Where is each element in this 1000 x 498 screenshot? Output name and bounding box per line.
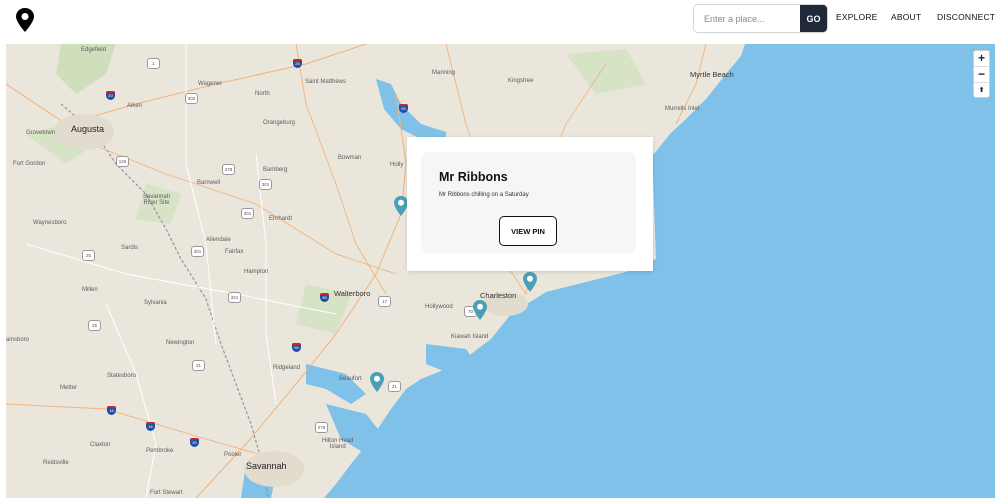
map-label-walterboro: Walterboro <box>334 289 371 298</box>
map-label-fort-stewart: Fort Stewart <box>150 490 183 496</box>
map-label-hampton: Hampton <box>244 269 269 275</box>
map-label-bamberg: Bamberg <box>263 167 288 173</box>
map-label-fairfax: Fairfax <box>225 249 244 255</box>
top-navbar: GO EXPLORE ABOUT DISCONNECT <box>0 0 1000 44</box>
route-shield: 21 <box>388 381 401 392</box>
map-label-millen: Millen <box>82 287 98 293</box>
map-label-savannah: Savannah <box>246 461 287 471</box>
interstate-shield: 16 <box>107 406 116 415</box>
interstate-shield: 95 <box>399 104 408 113</box>
route-shield: 301 <box>191 246 204 257</box>
map-label-manning: Manning <box>432 70 456 76</box>
map-label-reidsville: Reidsville <box>43 460 69 466</box>
route-shield: 17 <box>378 296 391 307</box>
map-label-holly: Holly <box>390 162 404 168</box>
map-zoom-control: + − ⬆ <box>973 50 990 98</box>
interstate-shield: 20 <box>106 91 115 100</box>
map-label-waynesboro: Waynesboro <box>33 220 67 226</box>
view-pin-button[interactable]: VIEW PIN <box>499 216 557 246</box>
map-label-ehrhardt: Ehrhardt <box>269 216 293 222</box>
map-pin-marker-icon[interactable] <box>522 271 538 293</box>
map-label-bowman: Bowman <box>338 155 362 161</box>
route-shield: 301 <box>241 208 254 219</box>
route-shield: 21 <box>192 360 205 371</box>
interstate-shield: 20 <box>190 438 199 447</box>
map-label-barnwell: Barnwell <box>197 180 221 186</box>
map-label-beaufort: Beaufort <box>339 376 362 382</box>
route-shield: 25 <box>82 250 95 261</box>
map-label-statesboro: Statesboro <box>107 373 137 379</box>
pin-popup-card: Mr Ribbons Mr Ribbons chilling on a Satu… <box>421 152 636 253</box>
nav-disconnect-link[interactable]: DISCONNECT <box>937 12 995 22</box>
route-shield: 1 <box>147 58 160 69</box>
map-label-ainsboro: ainsboro <box>6 337 30 343</box>
map-label-wagener: Wagener <box>198 81 223 87</box>
map-label-sardis: Sardis <box>121 245 139 251</box>
route-shield: 25 <box>88 320 101 331</box>
map-label-sylvania: Sylvania <box>144 300 167 306</box>
route-shield: 278 <box>315 422 328 433</box>
map-label-kiawah-island: Kiawah Island <box>451 334 489 340</box>
map-label-savannah-river-site: Savannah River Site <box>143 194 171 206</box>
popup-description: Mr Ribbons chilling on a Saturday <box>439 192 529 198</box>
interstate-shield: 26 <box>293 59 302 68</box>
map-view[interactable]: Edgefield Wagener Saint Matthews Manning… <box>6 44 995 498</box>
zoom-in-button[interactable]: + <box>974 51 989 67</box>
map-label-pembroke: Pembroke <box>146 448 174 454</box>
go-button[interactable]: GO <box>800 5 827 32</box>
compass-reset-button[interactable]: ⬆ <box>974 83 989 98</box>
map-label-edgefield: Edgefield <box>81 47 107 53</box>
map-label-metter: Metter <box>60 385 78 391</box>
map-label-newington: Newington <box>166 340 195 346</box>
route-shield: 301 <box>259 179 272 190</box>
pin-popup: Mr Ribbons Mr Ribbons chilling on a Satu… <box>407 137 653 271</box>
nav-explore-link[interactable]: EXPLORE <box>836 12 878 22</box>
nav-about-link[interactable]: ABOUT <box>891 12 921 22</box>
map-label-murrells-inlet: Murrells Inlet <box>665 106 700 112</box>
map-label-grovetown: Grovetown <box>26 130 56 136</box>
interstate-shield: 95 <box>320 293 329 302</box>
map-label-orangeburg: Orangeburg <box>263 120 296 126</box>
route-shield: 302 <box>185 93 198 104</box>
route-shield: 321 <box>228 292 241 303</box>
map-base-layer <box>6 44 995 498</box>
map-label-north: North <box>255 91 270 97</box>
map-label-ridgeland: Ridgeland <box>273 365 301 371</box>
map-label-myrtle-beach: Myrtle Beach <box>690 70 734 79</box>
map-pin-logo-icon[interactable] <box>15 7 35 33</box>
route-shield: 278 <box>222 164 235 175</box>
interstate-shield: 16 <box>146 422 155 431</box>
map-label-augusta: Augusta <box>71 124 105 134</box>
map-label-fort-gordon: Fort Gordon <box>13 161 46 167</box>
map-label-allendale: Allendale <box>206 237 231 243</box>
map-label-claxton: Claxton <box>90 442 111 448</box>
zoom-out-button[interactable]: − <box>974 67 989 83</box>
map-pin-marker-icon[interactable] <box>472 299 488 321</box>
map-label-saint-matthews: Saint Matthews <box>305 79 347 85</box>
route-shield: 125 <box>116 156 129 167</box>
map-pin-marker-icon[interactable] <box>369 371 385 393</box>
map-label-hollywood: Hollywood <box>425 304 453 310</box>
search-bar: GO <box>693 4 828 33</box>
interstate-shield: 95 <box>292 343 301 352</box>
map-label-aiken: Aiken <box>127 103 143 109</box>
map-label-hilton-head-island: Hilton Head Island <box>322 438 354 450</box>
map-label-kingstree: Kingstree <box>508 78 534 84</box>
place-search-input[interactable] <box>694 5 800 32</box>
popup-title: Mr Ribbons <box>439 170 508 184</box>
map-label-pooler: Pooler <box>224 452 242 458</box>
